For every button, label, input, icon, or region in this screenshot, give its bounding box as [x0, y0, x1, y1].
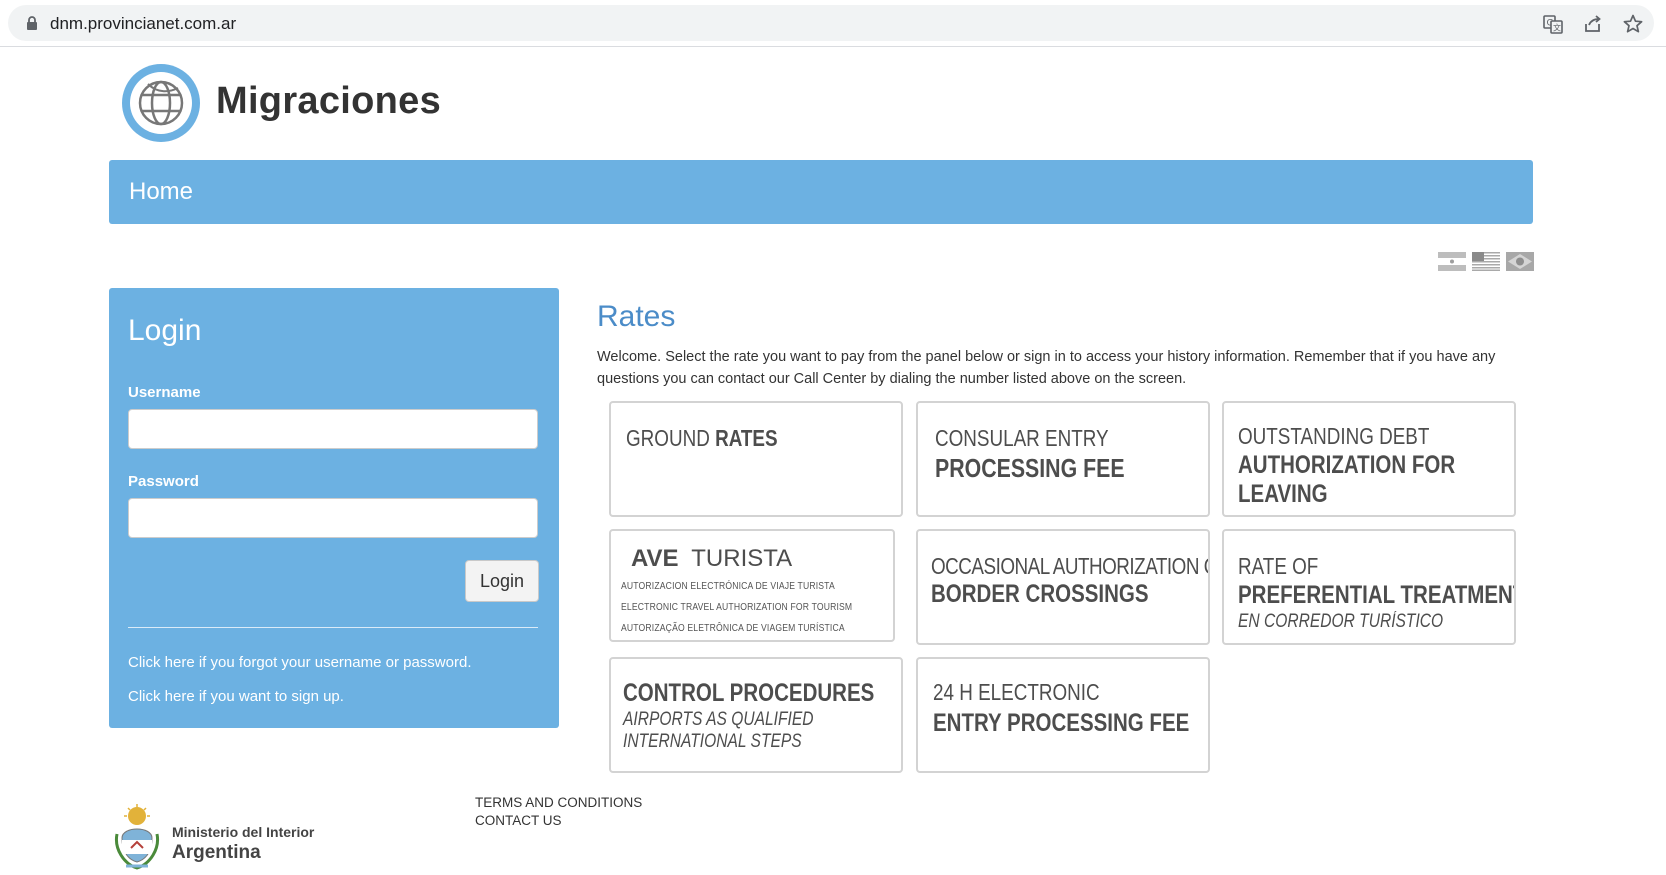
rate-card-ave-turista[interactable]: AVE TURISTA AUTORIZACION ELECTRÓNICA DE … — [609, 529, 895, 642]
rate-card-24h-electronic[interactable]: 24 H ELECTRONIC ENTRY PROCESSING FEE — [916, 657, 1210, 773]
occasional-line1: OCCASIONAL AUTHORIZATION OF — [931, 553, 1210, 579]
rate-card-occasional[interactable]: OCCASIONAL AUTHORIZATION OF BORDER CROSS… — [916, 529, 1210, 645]
translate-icon[interactable]: G 文 — [1542, 13, 1564, 35]
rate-card-preferential[interactable]: RATE OF PREFERENTIAL TREATMENT EN CORRED… — [1222, 529, 1516, 645]
ave-light: TURISTA — [691, 545, 793, 572]
control-line1: CONTROL PROCEDURES — [623, 679, 875, 707]
ministry-name: Ministerio del Interior — [172, 824, 315, 840]
debt-line1: OUTSTANDING DEBT — [1238, 423, 1430, 449]
rate-card-ground[interactable]: GROUND RATES — [609, 401, 903, 517]
svg-text:文: 文 — [1553, 23, 1561, 33]
brazil-flag-icon[interactable] — [1506, 252, 1534, 271]
rate-card-control-procedures[interactable]: CONTROL PROCEDURES AIRPORTS AS QUALIFIED… — [609, 657, 903, 773]
main-navbar: Home — [109, 160, 1533, 224]
login-button[interactable]: Login — [465, 560, 539, 602]
ground-rates-light: GROUND — [626, 425, 710, 451]
preferential-line2: PREFERENTIAL TREATMENT — [1238, 581, 1516, 609]
url-text[interactable]: dnm.provincianet.com.ar — [50, 14, 236, 34]
argentina-flag-icon[interactable] — [1438, 252, 1466, 271]
ground-rates-bold: RATES — [715, 425, 778, 451]
ave-subtitle-es: AUTORIZACION ELECTRÓNICA DE VIAJE TURIST… — [621, 580, 835, 592]
password-label: Password — [128, 473, 199, 490]
control-line3: INTERNATIONAL STEPS — [623, 731, 802, 752]
username-input[interactable] — [128, 409, 538, 449]
terms-link[interactable]: TERMS AND CONDITIONS — [475, 795, 642, 810]
login-title: Login — [128, 314, 202, 347]
password-input[interactable] — [128, 498, 538, 538]
welcome-text: Welcome. Select the rate you want to pay… — [597, 349, 1496, 387]
debt-line3: LEAVING — [1238, 480, 1328, 508]
share-icon[interactable] — [1582, 13, 1604, 35]
ave-subtitle-en: ELECTRONIC TRAVEL AUTHORIZATION FOR TOUR… — [621, 601, 853, 613]
sign-up-link[interactable]: Click here if you want to sign up. — [128, 688, 344, 705]
electronic24-line2: ENTRY PROCESSING FEE — [933, 709, 1190, 737]
nav-home-link[interactable]: Home — [129, 178, 193, 206]
argentina-coat-of-arms-icon[interactable] — [114, 804, 160, 872]
ground-rates-title: GROUND RATES — [626, 425, 778, 452]
contact-link[interactable]: CONTACT US — [475, 813, 562, 828]
ministry-country: Argentina — [172, 842, 261, 863]
consular-line2: PROCESSING FEE — [935, 453, 1125, 483]
lock-icon[interactable] — [24, 15, 40, 31]
rates-title: Rates — [597, 300, 676, 333]
rate-card-consular[interactable]: CONSULAR ENTRY PROCESSING FEE — [916, 401, 1210, 517]
consular-line1: CONSULAR ENTRY — [935, 425, 1109, 451]
usa-flag-icon[interactable] — [1472, 252, 1500, 271]
preferential-line1: RATE OF — [1238, 553, 1319, 579]
ave-title: AVE TURISTA — [631, 545, 792, 573]
address-bar[interactable]: dnm.provincianet.com.ar G 文 — [8, 5, 1654, 41]
username-label: Username — [128, 384, 201, 401]
logo-text: Migraciones — [216, 80, 442, 122]
login-panel: Login Username Password Login Click here… — [109, 288, 559, 728]
globe-icon — [122, 64, 200, 142]
electronic24-line1: 24 H ELECTRONIC — [933, 679, 1100, 705]
rate-card-outstanding-debt[interactable]: OUTSTANDING DEBT AUTHORIZATION FOR LEAVI… — [1222, 401, 1516, 517]
debt-line2: AUTHORIZATION FOR — [1238, 451, 1456, 479]
star-icon[interactable] — [1622, 13, 1644, 35]
browser-toolbar: dnm.provincianet.com.ar G 文 — [0, 0, 1666, 47]
occasional-line2: BORDER CROSSINGS — [931, 580, 1149, 608]
ave-subtitle-pt: AUTORIZAÇÃO ELETRÔNICA DE VIAGEM TURÍSTI… — [621, 622, 845, 634]
login-divider — [128, 627, 538, 628]
control-line2: AIRPORTS AS QUALIFIED — [623, 709, 814, 730]
forgot-password-link[interactable]: Click here if you forgot your username o… — [128, 654, 471, 671]
preferential-line3: EN CORREDOR TURÍSTICO — [1238, 611, 1444, 632]
ave-bold: AVE — [631, 545, 679, 572]
